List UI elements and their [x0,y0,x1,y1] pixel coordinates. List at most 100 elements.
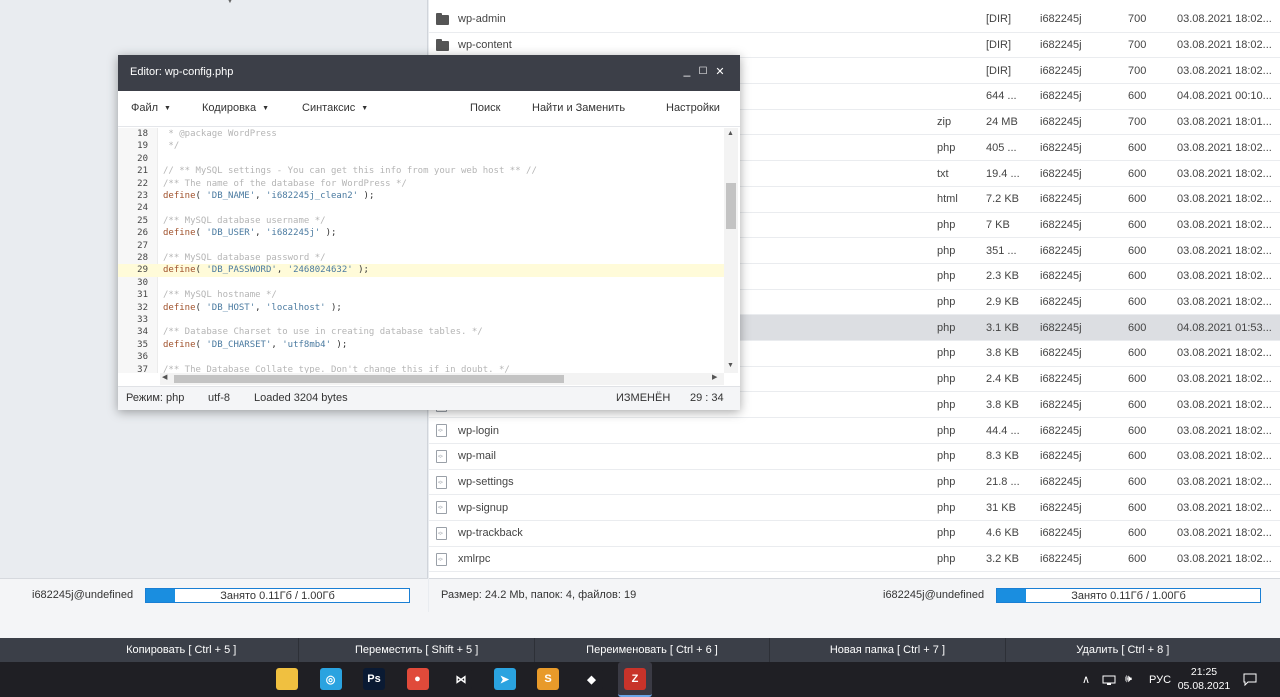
file-name: wp-content [458,39,512,52]
code-line[interactable]: 23 define( 'DB_NAME', 'i682245j_clean2' )… [118,190,724,202]
code-token: define [163,302,196,313]
menu-encoding[interactable]: Кодировка ▼ [202,102,269,114]
code-line[interactable]: 34 /** Database Charset to use in creatin… [118,326,724,338]
code-line[interactable]: 32 define( 'DB_HOST', 'localhost' ); [118,302,724,314]
code-line[interactable]: 28 /** MySQL database password */ [118,252,724,264]
file-date: 03.08.2021 18:02... [1177,501,1272,514]
line-number: 23 [137,191,148,201]
menu-settings[interactable]: Настройки [666,102,720,114]
scroll-up-icon[interactable]: ▲ [727,130,734,137]
code-token: 'DB_USER' [206,228,256,239]
file-ext: php [937,398,956,411]
line-number: 29 [137,265,148,276]
maximize-button[interactable]: ☐ [697,66,709,77]
menu-find-replace[interactable]: Найти и Заменить [532,102,625,114]
code-token: /** The Database Collate type. Don't cha… [163,364,510,373]
code-text: /** MySQL database username */ [163,215,326,227]
file-size: 405 ... [986,141,1017,154]
clock[interactable]: 21:25 05.08.2021 [1176,665,1232,693]
notification-icon[interactable] [1243,662,1257,697]
code-line[interactable]: 25 /** MySQL database username */ [118,215,724,227]
file-perm: 600 [1128,167,1147,180]
file-row[interactable]: wp-admin [DIR] i682245j 700 03.08.2021 18:02… [429,7,1280,33]
file-row[interactable]: xmlrpc php 3.2 KB i682245j 600 03.08.2021 18:… [429,547,1280,573]
menu-search[interactable]: Поиск [470,102,500,114]
left-status-bar: i682245j@undefined Занято 0.11Гб / 1.00Г… [0,578,428,612]
new-folder-button[interactable]: Новая папка [ Ctrl + 7 ] [770,638,1006,662]
file-explorer-icon[interactable] [275,667,299,691]
file-ext: txt [937,167,949,180]
file-row[interactable]: wp-mail php 8.3 KB i682245j 600 03.08.2021 18… [429,444,1280,470]
telegram-icon[interactable]: ➤ [493,667,517,691]
chevron-down-icon: ▼ [164,105,171,112]
file-row[interactable]: wp-settings php 21.8 ... i682245j 600 03.08.2… [429,470,1280,496]
rename-button[interactable]: Переименовать [ Ctrl + 6 ] [535,638,771,662]
chevron-down-icon: ▼ [226,0,234,5]
filezilla-icon[interactable]: Z [618,662,652,697]
file-name: wp-trackback [458,527,523,540]
editor-window[interactable]: Editor: wp-config.php _ ☐ ✕ Файл ▼ Кодиро… [118,55,740,410]
scrollbar-thumb[interactable] [726,183,736,229]
code-line[interactable]: 35 define( 'DB_CHARSET', 'utf8mb4' ); [118,339,724,351]
code-line[interactable]: 24 [118,202,724,214]
scroll-right-icon[interactable]: ▶ [712,373,717,381]
copy-button[interactable]: Копировать [ Ctrl + 5 ] [64,638,300,662]
vscode-icon[interactable]: ⋈ [449,667,473,691]
code-line[interactable]: 31 /** MySQL hostname */ [118,289,724,301]
code-token: ); [352,265,369,276]
network-icon[interactable] [1102,662,1116,697]
file-row[interactable]: wp-trackback php 4.6 KB i682245j 600 03.08.20… [429,521,1280,547]
menu-file[interactable]: Файл ▼ [131,102,171,114]
photoshop-icon[interactable]: Ps [362,667,386,691]
horizontal-scrollbar[interactable]: ◀ ▶ [160,373,724,385]
move-button[interactable]: Переместить [ Shift + 5 ] [299,638,535,662]
line-number: 28 [137,253,148,263]
menu-syntax-label: Синтаксис [302,102,356,114]
file-row[interactable]: wp-login php 44.4 ... i682245j 600 03.08.2021… [429,418,1280,444]
chrome-icon[interactable]: ● [406,667,430,691]
close-button[interactable]: ✕ [714,65,726,78]
tray-chevron-up-icon[interactable]: ∧ [1082,662,1090,697]
code-line[interactable]: 26 define( 'DB_USER', 'i682245j' ); [118,227,724,239]
line-number: 19 [137,141,148,152]
vertical-scrollbar[interactable]: ▲ ▼ [724,128,738,373]
scroll-left-icon[interactable]: ◀ [162,373,167,381]
code-line[interactable]: 30 [118,277,724,289]
file-ext: php [937,424,956,437]
code-line[interactable]: 27 [118,240,724,252]
file-row[interactable]: wp-signup php 31 KB i682245j 600 03.08.2021 1… [429,495,1280,521]
editor-titlebar[interactable]: Editor: wp-config.php _ ☐ ✕ [118,55,740,91]
file-ext: php [937,527,956,540]
file-owner: i682245j [1040,527,1082,540]
scrollbar-thumb[interactable] [174,375,564,383]
language-indicator[interactable]: РУС [1149,662,1171,697]
delete-button[interactable]: Удалить [ Ctrl + 8 ] [1006,638,1240,662]
code-text: */ [163,140,179,152]
code-token: ); [320,228,337,239]
code-line[interactable]: 29 define( 'DB_PASSWORD', '2468024632' ); [118,264,724,277]
file-perm: 600 [1128,398,1147,411]
code-line[interactable]: 18 * @package WordPress [118,128,724,140]
minimize-button[interactable]: _ [681,63,693,77]
file-perm: 600 [1128,193,1147,206]
code-editor[interactable]: 18 * @package WordPress 19 */20 21// ** My… [118,128,724,373]
line-number: 26 [137,228,148,239]
scroll-down-icon[interactable]: ▼ [727,362,734,369]
figma-icon[interactable]: ◆ [580,667,604,691]
code-line[interactable]: 36 [118,351,724,363]
code-line[interactable]: 19 */ [118,140,724,152]
code-line[interactable]: 22 /** The name of the database for WordP… [118,178,724,190]
code-token: , [276,265,288,276]
code-line[interactable]: 37 /** The Database Collate type. Don't c… [118,364,724,373]
menu-syntax[interactable]: Синтаксис ▼ [302,102,368,114]
volume-icon[interactable]: 🕪 [1125,662,1132,697]
file-name: wp-signup [458,501,509,514]
file-date: 03.08.2021 18:02... [1177,424,1272,437]
code-line[interactable]: 21 // ** MySQL settings - You can get thi… [118,165,724,177]
file-owner: i682245j [1040,347,1082,360]
code-line[interactable]: 33 [118,314,724,326]
sublime-icon[interactable]: S [536,667,560,691]
browser-app-icon[interactable]: ◎ [319,667,343,691]
code-line[interactable]: 20 [118,153,724,165]
code-token: 'i682245j' [265,228,321,239]
